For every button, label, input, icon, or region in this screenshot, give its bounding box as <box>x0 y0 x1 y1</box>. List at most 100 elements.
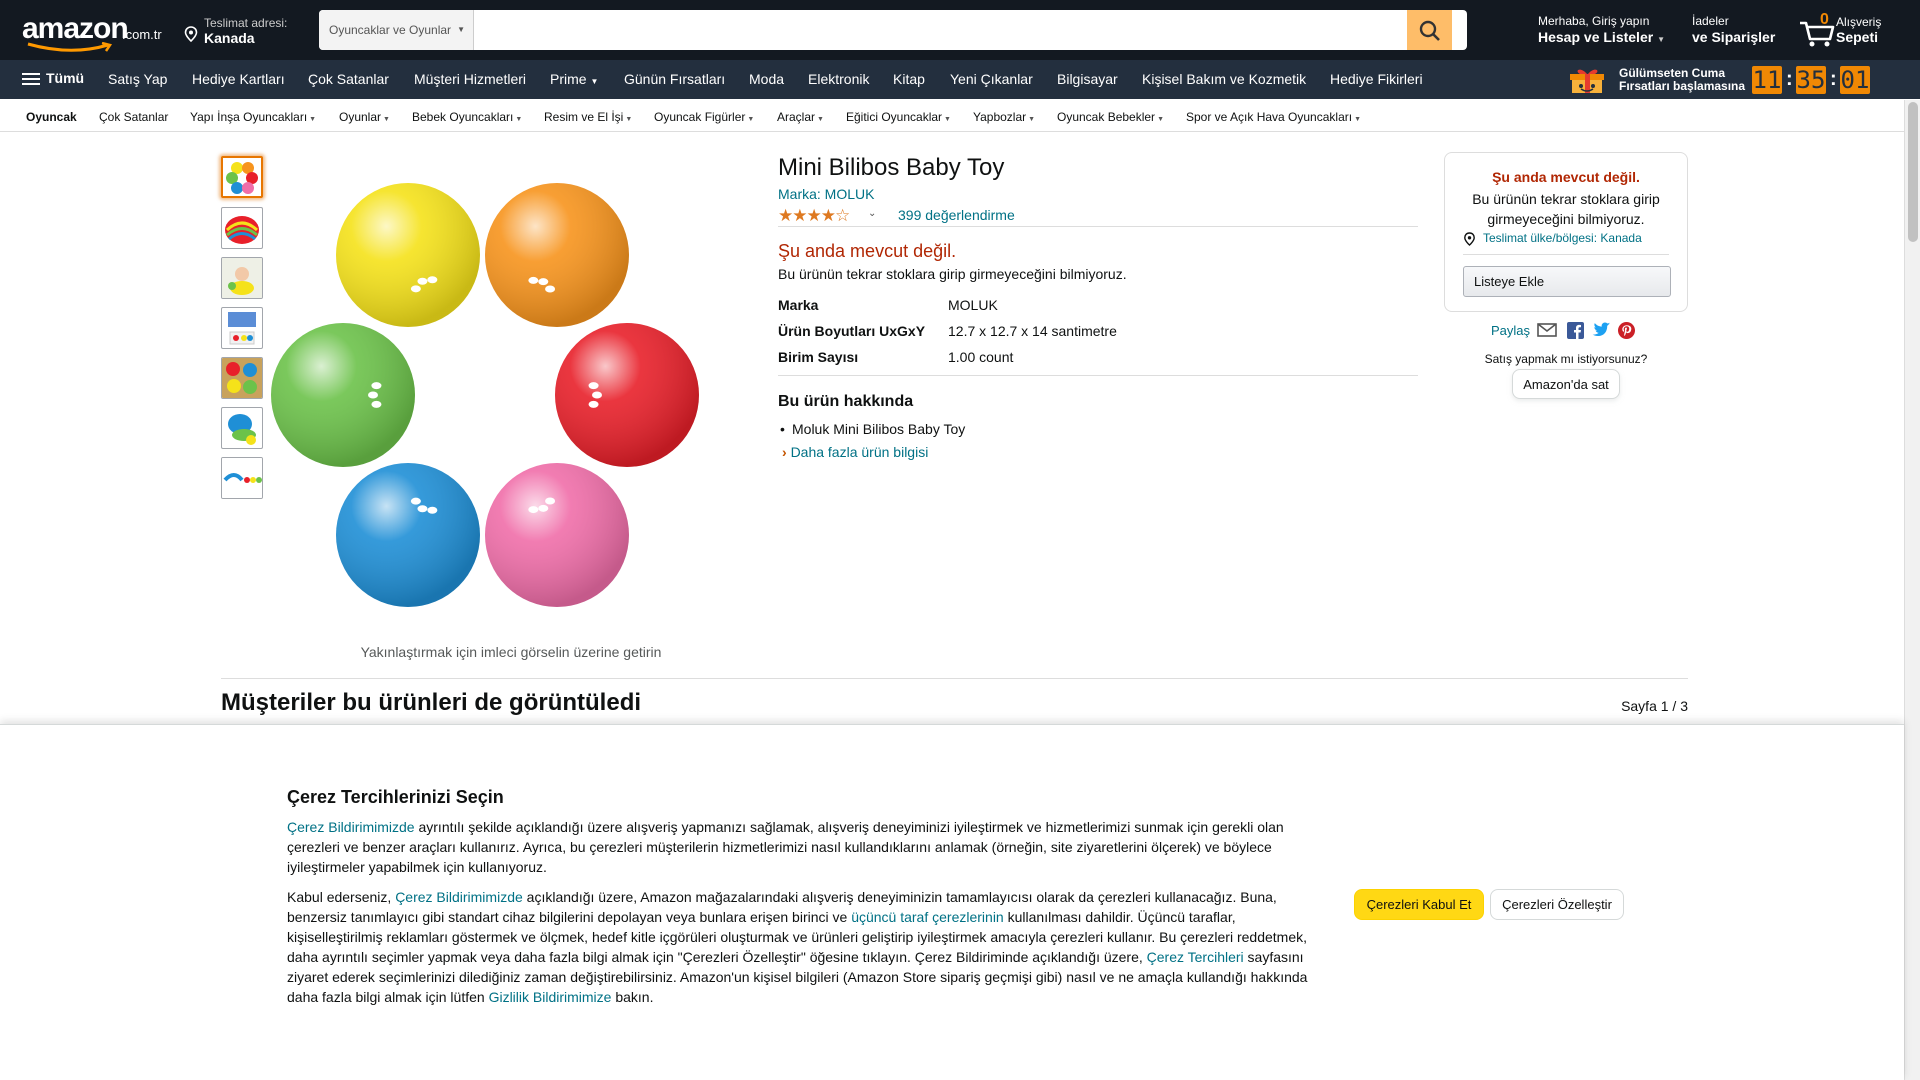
chevron-down-icon: ▼ <box>457 25 465 34</box>
scrollbar-thumb[interactable] <box>1908 102 1918 242</box>
ball-green <box>271 323 415 467</box>
nav-gift-ideas[interactable]: Hediye Fikirleri <box>1330 71 1423 87</box>
delivery-location[interactable]: Teslimat adresi: Kanada <box>184 14 304 48</box>
subnav-educational[interactable]: Eğitici Oyuncaklar ▼ <box>846 110 951 124</box>
orders-line2: ve Siparişler <box>1692 29 1776 45</box>
chevron-down-icon[interactable]: ⌄ <box>868 208 876 219</box>
ball-yellow <box>336 183 480 327</box>
thumbnail-2[interactable] <box>221 207 263 249</box>
amazon-logo[interactable]: amazon .com.tr <box>20 10 165 52</box>
nav-computers[interactable]: Bilgisayar <box>1057 71 1118 87</box>
nav-personal-care[interactable]: Kişisel Bakım ve Kozmetik <box>1142 71 1306 87</box>
brand-link[interactable]: Marka: MOLUK <box>778 186 874 202</box>
nav-sell[interactable]: Satış Yap <box>108 71 167 87</box>
thumbnail-image <box>226 162 258 194</box>
availability-note: Bu ürünün tekrar stoklara girip girmeyec… <box>778 266 1127 282</box>
subnav-games[interactable]: Oyunlar ▼ <box>339 110 390 124</box>
thumbnail-1[interactable] <box>221 156 263 198</box>
nav-prime[interactable]: Prime ▼ <box>550 71 598 87</box>
nav-electronics[interactable]: Elektronik <box>808 71 869 87</box>
nav-gift-cards[interactable]: Hediye Kartları <box>192 71 285 87</box>
divider <box>1463 254 1669 255</box>
orders-line1: İadeler <box>1692 14 1729 28</box>
thumbnail-5[interactable] <box>221 357 263 399</box>
chevron-down-icon: ▼ <box>590 77 599 86</box>
timer-hours: 11 <box>1752 66 1782 94</box>
subnav-puzzles[interactable]: Yapbozlar ▼ <box>973 110 1035 124</box>
thumbnail-6[interactable] <box>221 407 263 449</box>
add-to-list-button[interactable]: Listeye Ekle <box>1463 266 1671 297</box>
cookie-text: bakın. <box>611 989 654 1005</box>
email-icon[interactable] <box>1537 322 1557 338</box>
spec-key: Marka <box>778 297 819 313</box>
cart-line2: Sepeti <box>1836 29 1879 45</box>
facebook-icon[interactable] <box>1567 322 1584 339</box>
cookie-preferences-link[interactable]: Çerez Tercihleri <box>1147 949 1244 965</box>
deliver-label: Teslimat adresi: <box>204 16 288 30</box>
location-pin-icon <box>184 26 198 42</box>
main-product-image[interactable] <box>265 160 765 630</box>
availability-status: Şu anda mevcut değil. <box>778 241 957 261</box>
thumbnail-image <box>228 414 256 445</box>
search-bar: Oyuncaklar ve Oyunlar ▼ <box>319 10 1467 50</box>
nav-books[interactable]: Kitap <box>893 71 925 87</box>
star-rating-icon[interactable]: ★★★★☆ <box>778 206 850 226</box>
chevron-down-icon: ▼ <box>817 116 824 123</box>
rating-count-link[interactable]: 399 değerlendirme <box>898 207 1015 223</box>
returns-orders-link[interactable]: İadeler ve Siparişler <box>1692 14 1787 45</box>
pinterest-icon[interactable] <box>1618 322 1635 339</box>
subnav-label: Bebek Oyuncakları <box>412 110 514 124</box>
cookie-notice-link[interactable]: Çerez Bildirimimizde <box>395 889 523 905</box>
nav-customer-service[interactable]: Müşteri Hizmetleri <box>414 71 526 87</box>
customize-cookies-button[interactable]: Çerezleri Özelleştir <box>1490 889 1624 920</box>
gift-box-icon <box>1570 69 1604 93</box>
accept-cookies-button[interactable]: Çerezleri Kabul Et <box>1354 889 1484 920</box>
account-lists-menu[interactable]: Merhaba, Giriş yapın Hesap ve Listeler ▼ <box>1538 14 1678 45</box>
nav-new-releases[interactable]: Yeni Çıkanlar <box>950 71 1033 87</box>
subnav-sports-outdoor[interactable]: Spor ve Açık Hava Oyuncakları ▼ <box>1186 110 1361 124</box>
subnav-building-toys[interactable]: Yapı İnşa Oyuncakları ▼ <box>190 110 316 124</box>
sell-on-amazon-button[interactable]: Amazon'da sat <box>1512 369 1620 399</box>
divider <box>778 226 1418 227</box>
thumbnail-3[interactable] <box>221 257 263 299</box>
rating-row: ★★★★☆ ⌄ 399 değerlendirme <box>778 205 1418 225</box>
subnav-dolls[interactable]: Oyuncak Bebekler ▼ <box>1057 110 1164 124</box>
nav-fashion[interactable]: Moda <box>749 71 784 87</box>
nav-best-sellers[interactable]: Çok Satanlar <box>308 71 389 87</box>
subnav-label: Spor ve Açık Hava Oyuncakları <box>1186 110 1353 124</box>
account-greeting: Merhaba, Giriş yapın <box>1538 14 1650 28</box>
all-menu-button[interactable]: Tümü <box>22 70 84 88</box>
subnav-figures[interactable]: Oyuncak Figürler ▼ <box>654 110 754 124</box>
cookie-notice-link[interactable]: Çerez Bildirimimizde <box>287 819 415 835</box>
search-input[interactable] <box>474 10 1407 50</box>
promo-countdown-banner[interactable]: Gülümseten Cuma Fırsatları başlamasına 11… <box>1566 63 1896 97</box>
cookie-heading: Çerez Tercihlerinizi Seçin <box>287 787 504 807</box>
subnav-baby-toys[interactable]: Bebek Oyuncakları ▼ <box>412 110 522 124</box>
share-link[interactable]: Paylaş <box>1491 323 1530 338</box>
subnav-best-sellers[interactable]: Çok Satanlar <box>99 110 168 124</box>
delivery-country-link[interactable]: Teslimat ülke/bölgesi: Kanada <box>1463 231 1642 246</box>
timer-minutes: 35 <box>1796 66 1826 94</box>
third-party-cookies-link[interactable]: üçüncü taraf çerezlerinin <box>851 909 1004 925</box>
subnav-vehicles[interactable]: Araçlar ▼ <box>777 110 824 124</box>
account-lists-label: Hesap ve Listeler <box>1538 29 1654 45</box>
product-title: Mini Bilibos Baby Toy <box>778 154 1005 181</box>
thumbnail-7[interactable] <box>221 457 263 499</box>
nav-deals[interactable]: Günün Fırsatları <box>624 71 725 87</box>
ball-pink <box>485 463 629 607</box>
page-scrollbar[interactable] <box>1904 100 1920 1080</box>
chevron-down-icon: ▼ <box>944 116 951 123</box>
subnav-toys[interactable]: Oyuncak <box>26 110 77 124</box>
subnav-label: Oyunlar <box>339 110 382 124</box>
subnav-arts-crafts[interactable]: Resim ve El İşi ▼ <box>544 110 632 124</box>
subnav-label: Yapı İnşa Oyuncakları <box>190 110 308 124</box>
chevron-down-icon: ▼ <box>1354 116 1362 123</box>
thumbnail-4[interactable] <box>221 307 263 349</box>
twitter-icon[interactable] <box>1592 322 1611 338</box>
search-button[interactable] <box>1407 10 1452 50</box>
ball-red <box>555 323 699 467</box>
cart-link[interactable]: 0 Alışveriş Sepeti <box>1798 10 1898 50</box>
privacy-notice-link[interactable]: Gizlilik Bildirimimize <box>489 989 612 1005</box>
search-category-dropdown[interactable]: Oyuncaklar ve Oyunlar ▼ <box>319 10 474 50</box>
more-info-link[interactable]: › Daha fazla ürün bilgisi <box>782 444 928 460</box>
